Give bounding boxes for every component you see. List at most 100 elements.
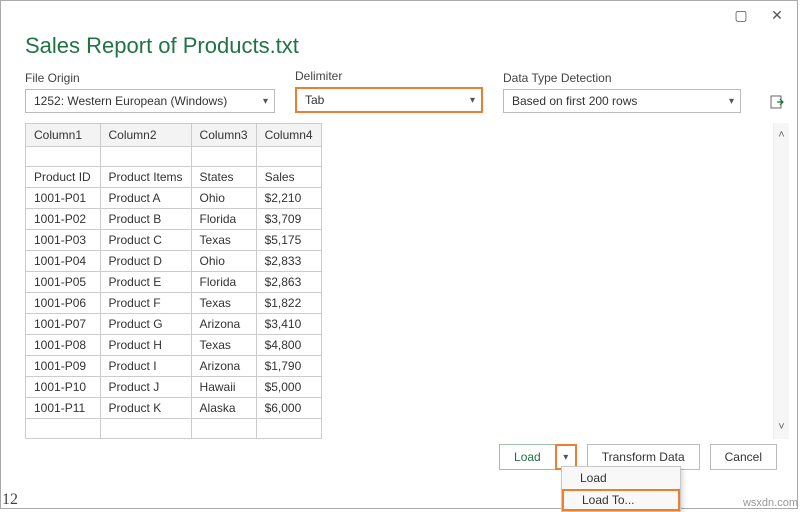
datatype-group: Data Type Detection Based on first 200 r…: [503, 71, 741, 113]
table-row: 1001-P02Product BFlorida$3,709: [26, 208, 321, 229]
table-cell: [256, 146, 321, 166]
table-cell: $6,000: [256, 397, 321, 418]
table-row: 1001-P05Product EFlorida$2,863: [26, 271, 321, 292]
table-cell: [100, 418, 191, 438]
table-cell: Product ID: [26, 166, 100, 187]
delimiter-dropdown[interactable]: Tab ▾: [295, 87, 483, 113]
table-cell: Arizona: [191, 313, 256, 334]
table-cell: [26, 146, 100, 166]
preview-area: Column1 Column2 Column3 Column4 Product …: [1, 117, 797, 439]
col-header: Column1: [26, 124, 100, 146]
table-cell: 1001-P02: [26, 208, 100, 229]
chevron-down-icon: ▾: [263, 96, 268, 107]
vertical-scrollbar[interactable]: ˄ ˅: [773, 123, 789, 439]
maximize-icon[interactable]: ▢: [723, 1, 759, 29]
file-origin-group: File Origin 1252: Western European (Wind…: [25, 71, 275, 113]
table-row: Product IDProduct ItemsStatesSales: [26, 166, 321, 187]
table-row: 1001-P11Product KAlaska$6,000: [26, 397, 321, 418]
settings-icon[interactable]: [769, 91, 785, 113]
table-cell: $2,863: [256, 271, 321, 292]
menu-load[interactable]: Load: [562, 467, 680, 489]
preview-table-wrap: Column1 Column2 Column3 Column4 Product …: [25, 123, 322, 439]
scroll-down-icon[interactable]: ˅: [778, 421, 784, 433]
table-cell: 1001-P09: [26, 355, 100, 376]
file-origin-value: 1252: Western European (Windows): [34, 94, 227, 108]
table-cell: 1001-P07: [26, 313, 100, 334]
table-cell: $4,800: [256, 334, 321, 355]
chevron-down-icon: ▾: [470, 95, 475, 106]
table-row: 1001-P09Product IArizona$1,790: [26, 355, 321, 376]
table-cell: [256, 418, 321, 438]
table-cell: Product C: [100, 229, 191, 250]
datatype-label: Data Type Detection: [503, 71, 741, 85]
table-row: 1001-P03Product CTexas$5,175: [26, 229, 321, 250]
table-cell: $3,410: [256, 313, 321, 334]
dialog-window: ▢ ✕ Sales Report of Products.txt File Or…: [0, 0, 798, 509]
cancel-button[interactable]: Cancel: [710, 444, 777, 470]
table-cell: Sales: [256, 166, 321, 187]
table-cell: 1001-P08: [26, 334, 100, 355]
table-cell: Alaska: [191, 397, 256, 418]
page-title: Sales Report of Products.txt: [1, 29, 797, 69]
table-cell: Product I: [100, 355, 191, 376]
table-cell: Product K: [100, 397, 191, 418]
table-cell: Florida: [191, 208, 256, 229]
delimiter-group: Delimiter Tab ▾: [295, 69, 483, 113]
table-row: 1001-P04Product DOhio$2,833: [26, 250, 321, 271]
close-icon[interactable]: ✕: [759, 1, 795, 29]
delimiter-label: Delimiter: [295, 69, 483, 83]
table-cell: $1,822: [256, 292, 321, 313]
load-button[interactable]: Load: [499, 444, 555, 470]
table-row: 1001-P07Product GArizona$3,410: [26, 313, 321, 334]
delimiter-value: Tab: [305, 93, 324, 107]
load-menu: Load Load To...: [561, 466, 681, 512]
col-header: Column2: [100, 124, 191, 146]
table-cell: $2,833: [256, 250, 321, 271]
preview-table: Column1 Column2 Column3 Column4 Product …: [26, 124, 322, 439]
table-cell: $2,210: [256, 187, 321, 208]
menu-load-to[interactable]: Load To...: [562, 489, 680, 511]
table-cell: 1001-P06: [26, 292, 100, 313]
table-row: 1001-P08Product HTexas$4,800: [26, 334, 321, 355]
datatype-dropdown[interactable]: Based on first 200 rows ▾: [503, 89, 741, 113]
table-cell: Texas: [191, 229, 256, 250]
table-cell: Ohio: [191, 250, 256, 271]
table-cell: [191, 146, 256, 166]
table-cell: Product E: [100, 271, 191, 292]
table-row: 1001-P10Product JHawaii$5,000: [26, 376, 321, 397]
table-cell: Product A: [100, 187, 191, 208]
table-cell: Florida: [191, 271, 256, 292]
line-number: 12: [2, 491, 18, 509]
table-cell: 1001-P05: [26, 271, 100, 292]
table-row: 1001-P06Product FTexas$1,822: [26, 292, 321, 313]
controls-row: File Origin 1252: Western European (Wind…: [1, 69, 797, 117]
table-cell: 1001-P04: [26, 250, 100, 271]
datatype-value: Based on first 200 rows: [512, 94, 637, 108]
table-cell: Product Items: [100, 166, 191, 187]
table-cell: 1001-P01: [26, 187, 100, 208]
table-cell: $3,709: [256, 208, 321, 229]
table-cell: $1,790: [256, 355, 321, 376]
table-row: [26, 418, 321, 438]
watermark: wsxdn.com: [743, 497, 798, 509]
scroll-area: ˄ ˅: [326, 123, 789, 439]
table-cell: Product D: [100, 250, 191, 271]
scroll-up-icon[interactable]: ˄: [778, 129, 784, 141]
col-header: Column3: [191, 124, 256, 146]
table-cell: Texas: [191, 292, 256, 313]
table-cell: [191, 418, 256, 438]
file-origin-dropdown[interactable]: 1252: Western European (Windows) ▾: [25, 89, 275, 113]
table-cell: Product H: [100, 334, 191, 355]
table-cell: Texas: [191, 334, 256, 355]
table-cell: Ohio: [191, 187, 256, 208]
table-cell: [26, 418, 100, 438]
table-cell: Product J: [100, 376, 191, 397]
table-cell: [100, 146, 191, 166]
table-cell: Arizona: [191, 355, 256, 376]
col-header: Column4: [256, 124, 321, 146]
table-cell: Product F: [100, 292, 191, 313]
table-cell: States: [191, 166, 256, 187]
titlebar: ▢ ✕: [1, 1, 797, 29]
table-row: 1001-P01Product AOhio$2,210: [26, 187, 321, 208]
table-cell: $5,000: [256, 376, 321, 397]
